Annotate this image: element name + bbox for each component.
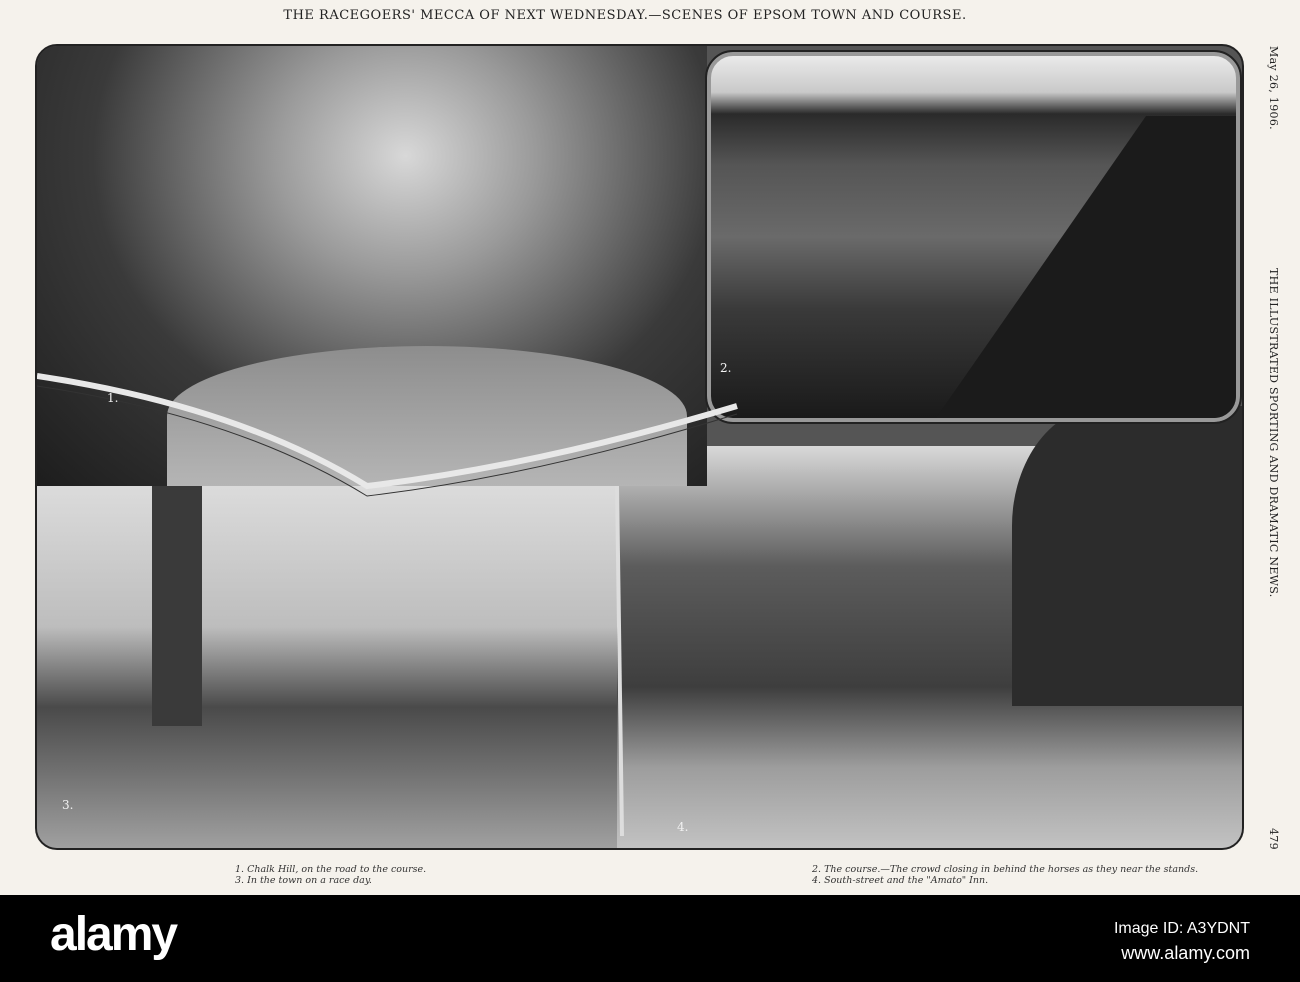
trees <box>1012 406 1242 706</box>
publication-title: THE ILLUSTRATED SPORTING AND DRAMATIC NE… <box>1267 268 1280 598</box>
site-url[interactable]: www.alamy.com <box>1114 941 1250 965</box>
alamy-logo: alamy <box>50 908 178 961</box>
photo-the-course <box>705 50 1242 424</box>
magazine-page: THE RACEGOERS' MECCA OF NEXT WEDNESDAY.—… <box>0 0 1300 895</box>
image-info: Image ID: A3YDNT www.alamy.com <box>1114 917 1250 965</box>
photo-number-2: 2. <box>720 361 732 375</box>
road <box>167 346 687 486</box>
caption-4: 4. South-street and the "Amato" Inn. <box>812 875 989 886</box>
page-number: 479 <box>1267 828 1280 850</box>
captions-left: 1. Chalk Hill, on the road to the course… <box>235 864 426 886</box>
caption-1: 1. Chalk Hill, on the road to the course… <box>235 864 427 875</box>
image-id: Image ID: A3YDNT <box>1113 920 1250 937</box>
issue-date: May 26, 1906. <box>1267 46 1280 130</box>
watermark-footer: alamy Image ID: A3YDNT www.alamy.com <box>0 895 1300 982</box>
photo-number-3: 3. <box>62 798 74 812</box>
crowd <box>936 116 1236 418</box>
caption-3: 3. In the town on a race day. <box>235 875 372 886</box>
photo-chalk-hill <box>37 46 707 486</box>
photo-collage: 1. 2. 3. 4. <box>35 44 1244 850</box>
captions-right: 2. The course.—The crowd closing in behi… <box>812 864 1198 886</box>
photo-number-1: 1. <box>107 391 119 405</box>
caption-2: 2. The course.—The crowd closing in behi… <box>812 864 1199 875</box>
photo-number-4: 4. <box>677 820 689 834</box>
clock-tower <box>152 486 202 726</box>
photo-town-race-day <box>37 446 617 848</box>
page-headline: THE RACEGOERS' MECCA OF NEXT WEDNESDAY.—… <box>283 8 967 23</box>
